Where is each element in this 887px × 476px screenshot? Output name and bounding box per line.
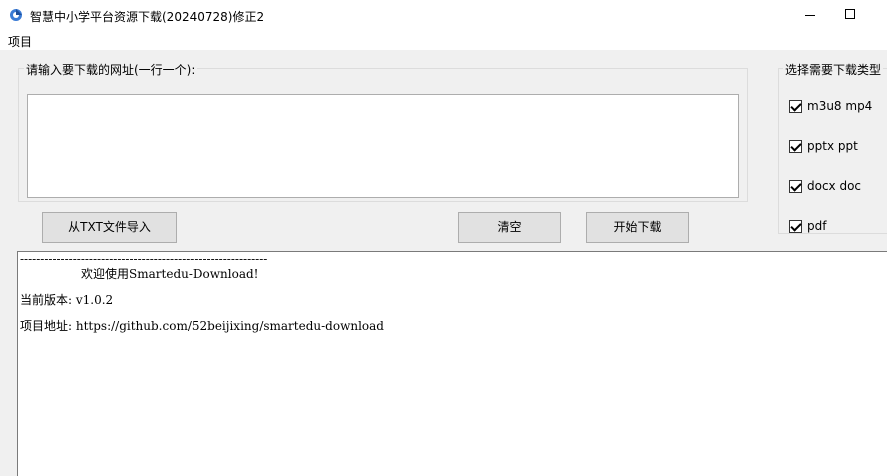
start-download-button[interactable]: 开始下载 bbox=[586, 212, 689, 243]
log-line: 欢迎使用Smartedu-Download! bbox=[20, 267, 259, 281]
clear-button[interactable]: 清空 bbox=[458, 212, 561, 243]
checkbox-label: pdf bbox=[807, 219, 827, 233]
app-icon bbox=[10, 9, 22, 21]
maximize-icon[interactable] bbox=[827, 0, 873, 30]
checkbox-label: m3u8 mp4 bbox=[807, 99, 873, 113]
log-output[interactable]: ----------------------------------------… bbox=[17, 251, 887, 476]
log-line: 项目地址: https://github.com/52beijixing/sma… bbox=[20, 319, 384, 333]
checkbox-checked-icon[interactable] bbox=[789, 140, 802, 153]
import-txt-button[interactable]: 从TXT文件导入 bbox=[42, 212, 177, 243]
checkbox-label: docx doc bbox=[807, 179, 862, 193]
window-title: 智慧中小学平台资源下载(20240728)修正2 bbox=[30, 10, 265, 24]
title-bar: 智慧中小学平台资源下载(20240728)修正2 bbox=[0, 0, 887, 30]
url-input[interactable] bbox=[27, 94, 739, 198]
checkbox-checked-icon[interactable] bbox=[789, 220, 802, 233]
url-group-label: 请输入要下载的网址(一行一个): bbox=[24, 61, 198, 78]
menu-item-project[interactable]: 项目 bbox=[8, 33, 32, 50]
log-line: 当前版本: v1.0.2 bbox=[20, 293, 114, 307]
log-line: ----------------------------------------… bbox=[20, 252, 268, 266]
menu-bar: 项目 bbox=[0, 30, 887, 50]
checkbox-label: pptx ppt bbox=[807, 139, 858, 153]
checkbox-checked-icon[interactable] bbox=[789, 100, 802, 113]
type-group-label: 选择需要下载类型 bbox=[783, 61, 884, 78]
checkbox-checked-icon[interactable] bbox=[789, 180, 802, 193]
